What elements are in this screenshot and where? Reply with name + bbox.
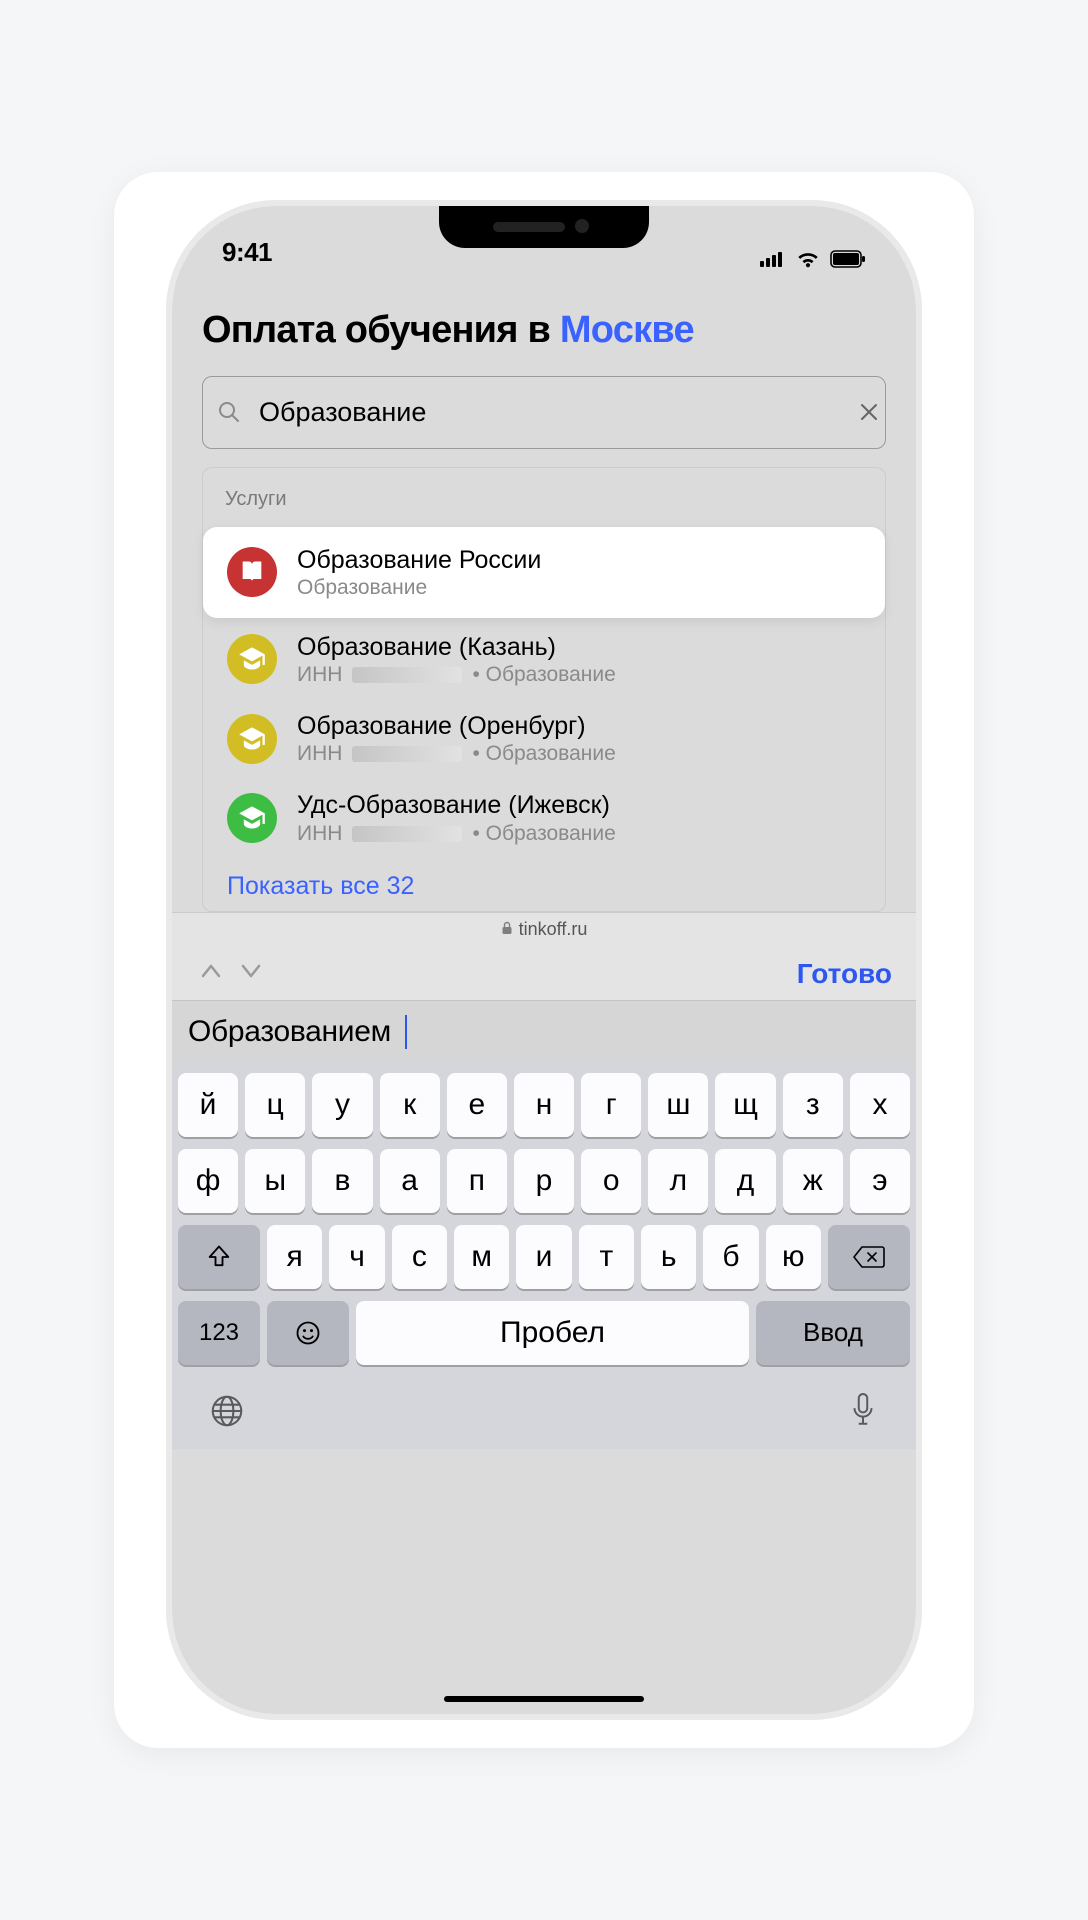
key-х[interactable]: х [850, 1073, 910, 1137]
key-с[interactable]: с [392, 1225, 447, 1289]
search-field[interactable] [202, 376, 886, 449]
result-title: Образование России [297, 545, 861, 576]
key-к[interactable]: к [380, 1073, 440, 1137]
key-д[interactable]: д [715, 1149, 775, 1213]
result-subtitle: Образование [297, 576, 861, 600]
home-indicator[interactable] [444, 1696, 644, 1702]
masked-text [352, 746, 462, 762]
result-item[interactable]: Удс-Образование (Ижевск) ИНН • Образован… [203, 778, 885, 857]
key-г[interactable]: г [581, 1073, 641, 1137]
notch [439, 206, 649, 248]
key-н[interactable]: н [514, 1073, 574, 1137]
cellular-icon [760, 251, 786, 267]
key-п[interactable]: п [447, 1149, 507, 1213]
result-title: Образование (Казань) [297, 632, 861, 663]
masked-text [352, 667, 462, 683]
grad-cap-icon [227, 714, 277, 764]
phone-frame: 9:41 Оплата обучения в Москве Услуги [166, 200, 922, 1720]
result-item[interactable]: Образование России Образование [203, 527, 885, 618]
search-icon [217, 400, 241, 424]
predictive-bar[interactable]: Образованием [172, 1001, 916, 1063]
key-у[interactable]: у [312, 1073, 372, 1137]
search-input[interactable] [203, 377, 885, 448]
key-р[interactable]: р [514, 1149, 574, 1213]
keyboard: йцукенгшщзх фывапролджэ ячсмитьбю 123 Пр… [172, 1063, 916, 1449]
grad-cap-icon [227, 634, 277, 684]
result-item[interactable]: Образование (Казань) ИНН • Образование [203, 620, 885, 699]
shift-key[interactable] [178, 1225, 260, 1289]
key-е[interactable]: е [447, 1073, 507, 1137]
space-key[interactable]: Пробел [356, 1301, 749, 1365]
backspace-key[interactable] [828, 1225, 910, 1289]
predictive-word: Образованием [188, 1015, 391, 1049]
result-subtitle: ИНН • Образование [297, 663, 861, 687]
key-б[interactable]: б [703, 1225, 758, 1289]
emoji-key[interactable] [267, 1301, 349, 1365]
grad-cap-icon [227, 793, 277, 843]
enter-key[interactable]: Ввод [756, 1301, 910, 1365]
key-л[interactable]: л [648, 1149, 708, 1213]
page-title: Оплата обучения в Москве [202, 308, 886, 354]
status-time: 9:41 [222, 237, 272, 268]
result-subtitle: ИНН • Образование [297, 742, 861, 766]
section-heading: Услуги [203, 468, 885, 525]
result-title: Образование (Оренбург) [297, 711, 861, 742]
key-м[interactable]: м [454, 1225, 509, 1289]
text-cursor [405, 1015, 407, 1049]
mic-key[interactable] [846, 1391, 880, 1431]
key-ч[interactable]: ч [329, 1225, 384, 1289]
result-item[interactable]: Образование (Оренбург) ИНН • Образование [203, 699, 885, 778]
city-link[interactable]: Москве [560, 309, 694, 351]
key-з[interactable]: з [783, 1073, 843, 1137]
next-button[interactable] [236, 960, 266, 987]
key-ь[interactable]: ь [641, 1225, 696, 1289]
keyboard-nav-bar: Готово [172, 946, 916, 1001]
key-ш[interactable]: ш [648, 1073, 708, 1137]
results-panel: Услуги Образование России Образование [202, 467, 886, 912]
book-icon [227, 547, 277, 597]
key-ю[interactable]: ю [766, 1225, 821, 1289]
key-а[interactable]: а [380, 1149, 440, 1213]
done-button[interactable]: Готово [797, 958, 892, 990]
key-ы[interactable]: ы [245, 1149, 305, 1213]
key-э[interactable]: э [850, 1149, 910, 1213]
key-и[interactable]: и [516, 1225, 571, 1289]
key-ц[interactable]: ц [245, 1073, 305, 1137]
lock-icon [501, 919, 513, 940]
show-all-link[interactable]: Показать все 32 [203, 858, 885, 911]
key-т[interactable]: т [579, 1225, 634, 1289]
result-title: Удс-Образование (Ижевск) [297, 790, 861, 821]
battery-icon [830, 250, 866, 268]
key-я[interactable]: я [267, 1225, 322, 1289]
numbers-key[interactable]: 123 [178, 1301, 260, 1365]
clear-icon[interactable] [843, 400, 867, 424]
key-ж[interactable]: ж [783, 1149, 843, 1213]
key-ф[interactable]: ф [178, 1149, 238, 1213]
prev-button[interactable] [196, 960, 226, 987]
wifi-icon [796, 250, 820, 268]
masked-text [352, 826, 462, 842]
key-в[interactable]: в [312, 1149, 372, 1213]
result-subtitle: ИНН • Образование [297, 822, 861, 846]
address-bar: tinkoff.ru [172, 912, 916, 946]
key-щ[interactable]: щ [715, 1073, 775, 1137]
globe-key[interactable] [208, 1392, 246, 1430]
key-о[interactable]: о [581, 1149, 641, 1213]
key-й[interactable]: й [178, 1073, 238, 1137]
